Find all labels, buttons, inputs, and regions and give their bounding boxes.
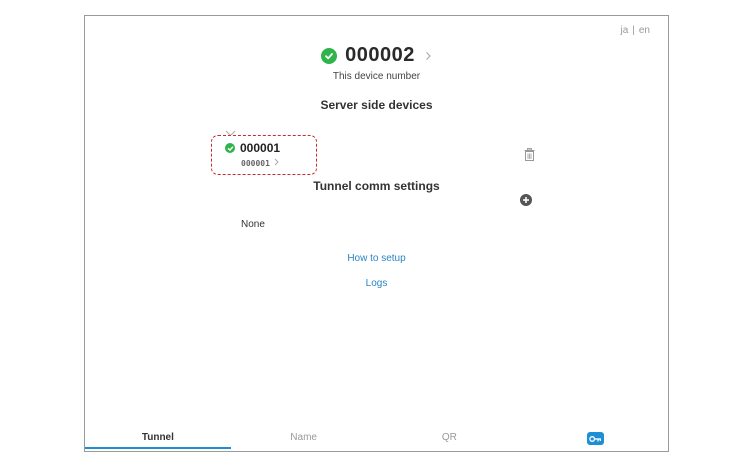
server-device-sub-row: 000001: [241, 158, 279, 168]
chevron-right-icon: [274, 158, 279, 168]
device-number-caption: This device number: [332, 71, 421, 82]
tab-qr[interactable]: QR: [377, 421, 523, 451]
server-device-id: 000001: [241, 158, 270, 168]
server-device-name: 000001: [240, 141, 281, 155]
device-header: 000002 This device number: [85, 44, 668, 82]
check-circle-icon: [225, 143, 235, 153]
server-devices-title: Server side devices: [320, 98, 433, 112]
lang-en-link[interactable]: en: [639, 25, 650, 36]
tab-key[interactable]: [522, 421, 668, 451]
how-to-setup-link[interactable]: How to setup: [85, 253, 668, 264]
device-number-row[interactable]: 000002: [321, 44, 432, 67]
server-device-card[interactable]: 000001 000001: [211, 135, 317, 175]
plus-circle-icon[interactable]: [520, 193, 532, 211]
chevron-right-icon: [425, 48, 432, 64]
bottom-nav: Tunnel Name QR: [85, 421, 668, 451]
trash-icon[interactable]: [524, 148, 535, 166]
lang-ja-link[interactable]: ja: [620, 25, 628, 36]
server-device-name-row: 000001: [225, 141, 280, 155]
tunnel-settings-title: Tunnel comm settings: [313, 179, 440, 193]
language-switcher: ja | en: [620, 25, 650, 36]
device-number: 000002: [345, 44, 415, 66]
key-icon: [586, 432, 604, 445]
tab-tunnel[interactable]: Tunnel: [85, 421, 231, 451]
check-circle-icon: [321, 47, 338, 64]
lang-separator: |: [632, 25, 635, 36]
tunnel-settings-empty: None: [241, 219, 265, 230]
tab-name[interactable]: Name: [231, 421, 377, 451]
app-frame: ja | en 000002 This device number Server s…: [84, 15, 669, 452]
logs-link[interactable]: Logs: [85, 278, 668, 289]
